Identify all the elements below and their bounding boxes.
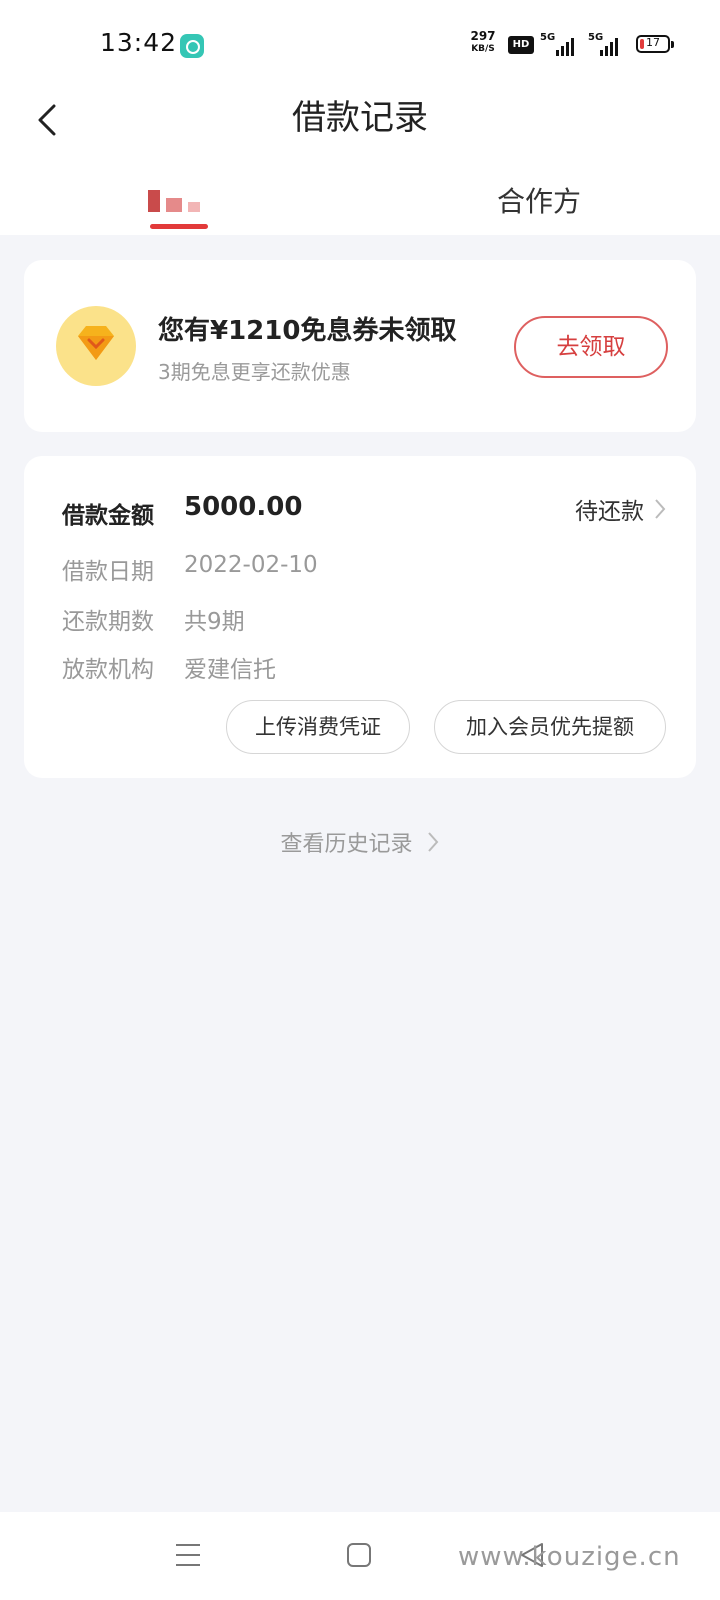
tab-own[interactable] — [148, 190, 206, 212]
page-title: 借款记录 — [292, 98, 428, 138]
loan-amount-label: 借款金额 — [62, 503, 154, 529]
chevron-right-icon — [655, 499, 666, 519]
hd-voice-icon: HD — [508, 36, 534, 54]
battery-level: 17 — [646, 36, 660, 49]
history-link-label: 查看历史记录 — [280, 832, 413, 857]
loan-periods-value: 共9期 — [184, 609, 245, 635]
status-bar: 13:42 297 KB/S HD 5G 5G 17 — [0, 0, 720, 90]
loan-date-label: 借款日期 — [62, 559, 154, 585]
coupon-card: 您有¥1210免息券未领取 3期免息更享还款优惠 去领取 — [24, 260, 696, 432]
app-notification-icon — [180, 34, 204, 58]
loan-record-card[interactable]: 借款金额 5000.00 待还款 借款日期 2022-02-10 还款期数 共9… — [24, 456, 696, 778]
join-membership-button[interactable]: 加入会员优先提额 — [434, 700, 666, 754]
status-time: 13:42 — [100, 28, 178, 57]
battery-icon: 17 — [636, 35, 674, 53]
network-speed-unit: KB/S — [471, 44, 495, 54]
gem-badge-icon — [56, 306, 136, 386]
page-header: 借款记录 合作方 — [0, 90, 720, 235]
history-link[interactable]: 查看历史记录 — [0, 826, 720, 858]
watermark-text: www.kouzige.cn — [458, 1542, 681, 1572]
loan-amount-value: 5000.00 — [184, 492, 303, 522]
upload-receipt-button[interactable]: 上传消费凭证 — [226, 700, 410, 754]
coupon-title: 您有¥1210免息券未领取 — [158, 316, 457, 346]
chevron-right-icon — [427, 832, 438, 852]
menu-icon[interactable] — [174, 1542, 202, 1568]
loan-periods-label: 还款期数 — [62, 609, 154, 635]
loan-status: 待还款 — [575, 499, 644, 525]
loan-date-value: 2022-02-10 — [184, 552, 318, 578]
home-square-icon[interactable] — [346, 1542, 372, 1568]
loan-status-link[interactable]: 待还款 — [575, 492, 666, 526]
signal-1-icon: 5G — [540, 32, 574, 56]
signal-2-icon: 5G — [584, 32, 618, 56]
lender-value: 爱建信托 — [184, 657, 276, 683]
claim-coupon-button[interactable]: 去领取 — [514, 316, 668, 378]
active-tab-indicator — [150, 224, 208, 229]
network-speed-value: 297 — [470, 29, 496, 43]
coupon-subtitle: 3期免息更享还款优惠 — [158, 360, 351, 384]
signal-1-label: 5G — [540, 32, 556, 43]
tab-partner[interactable]: 合作方 — [497, 180, 581, 220]
lender-label: 放款机构 — [62, 657, 154, 683]
system-nav-bar: www.kouzige.cn — [0, 1512, 720, 1600]
network-speed: 297 KB/S — [466, 30, 500, 56]
